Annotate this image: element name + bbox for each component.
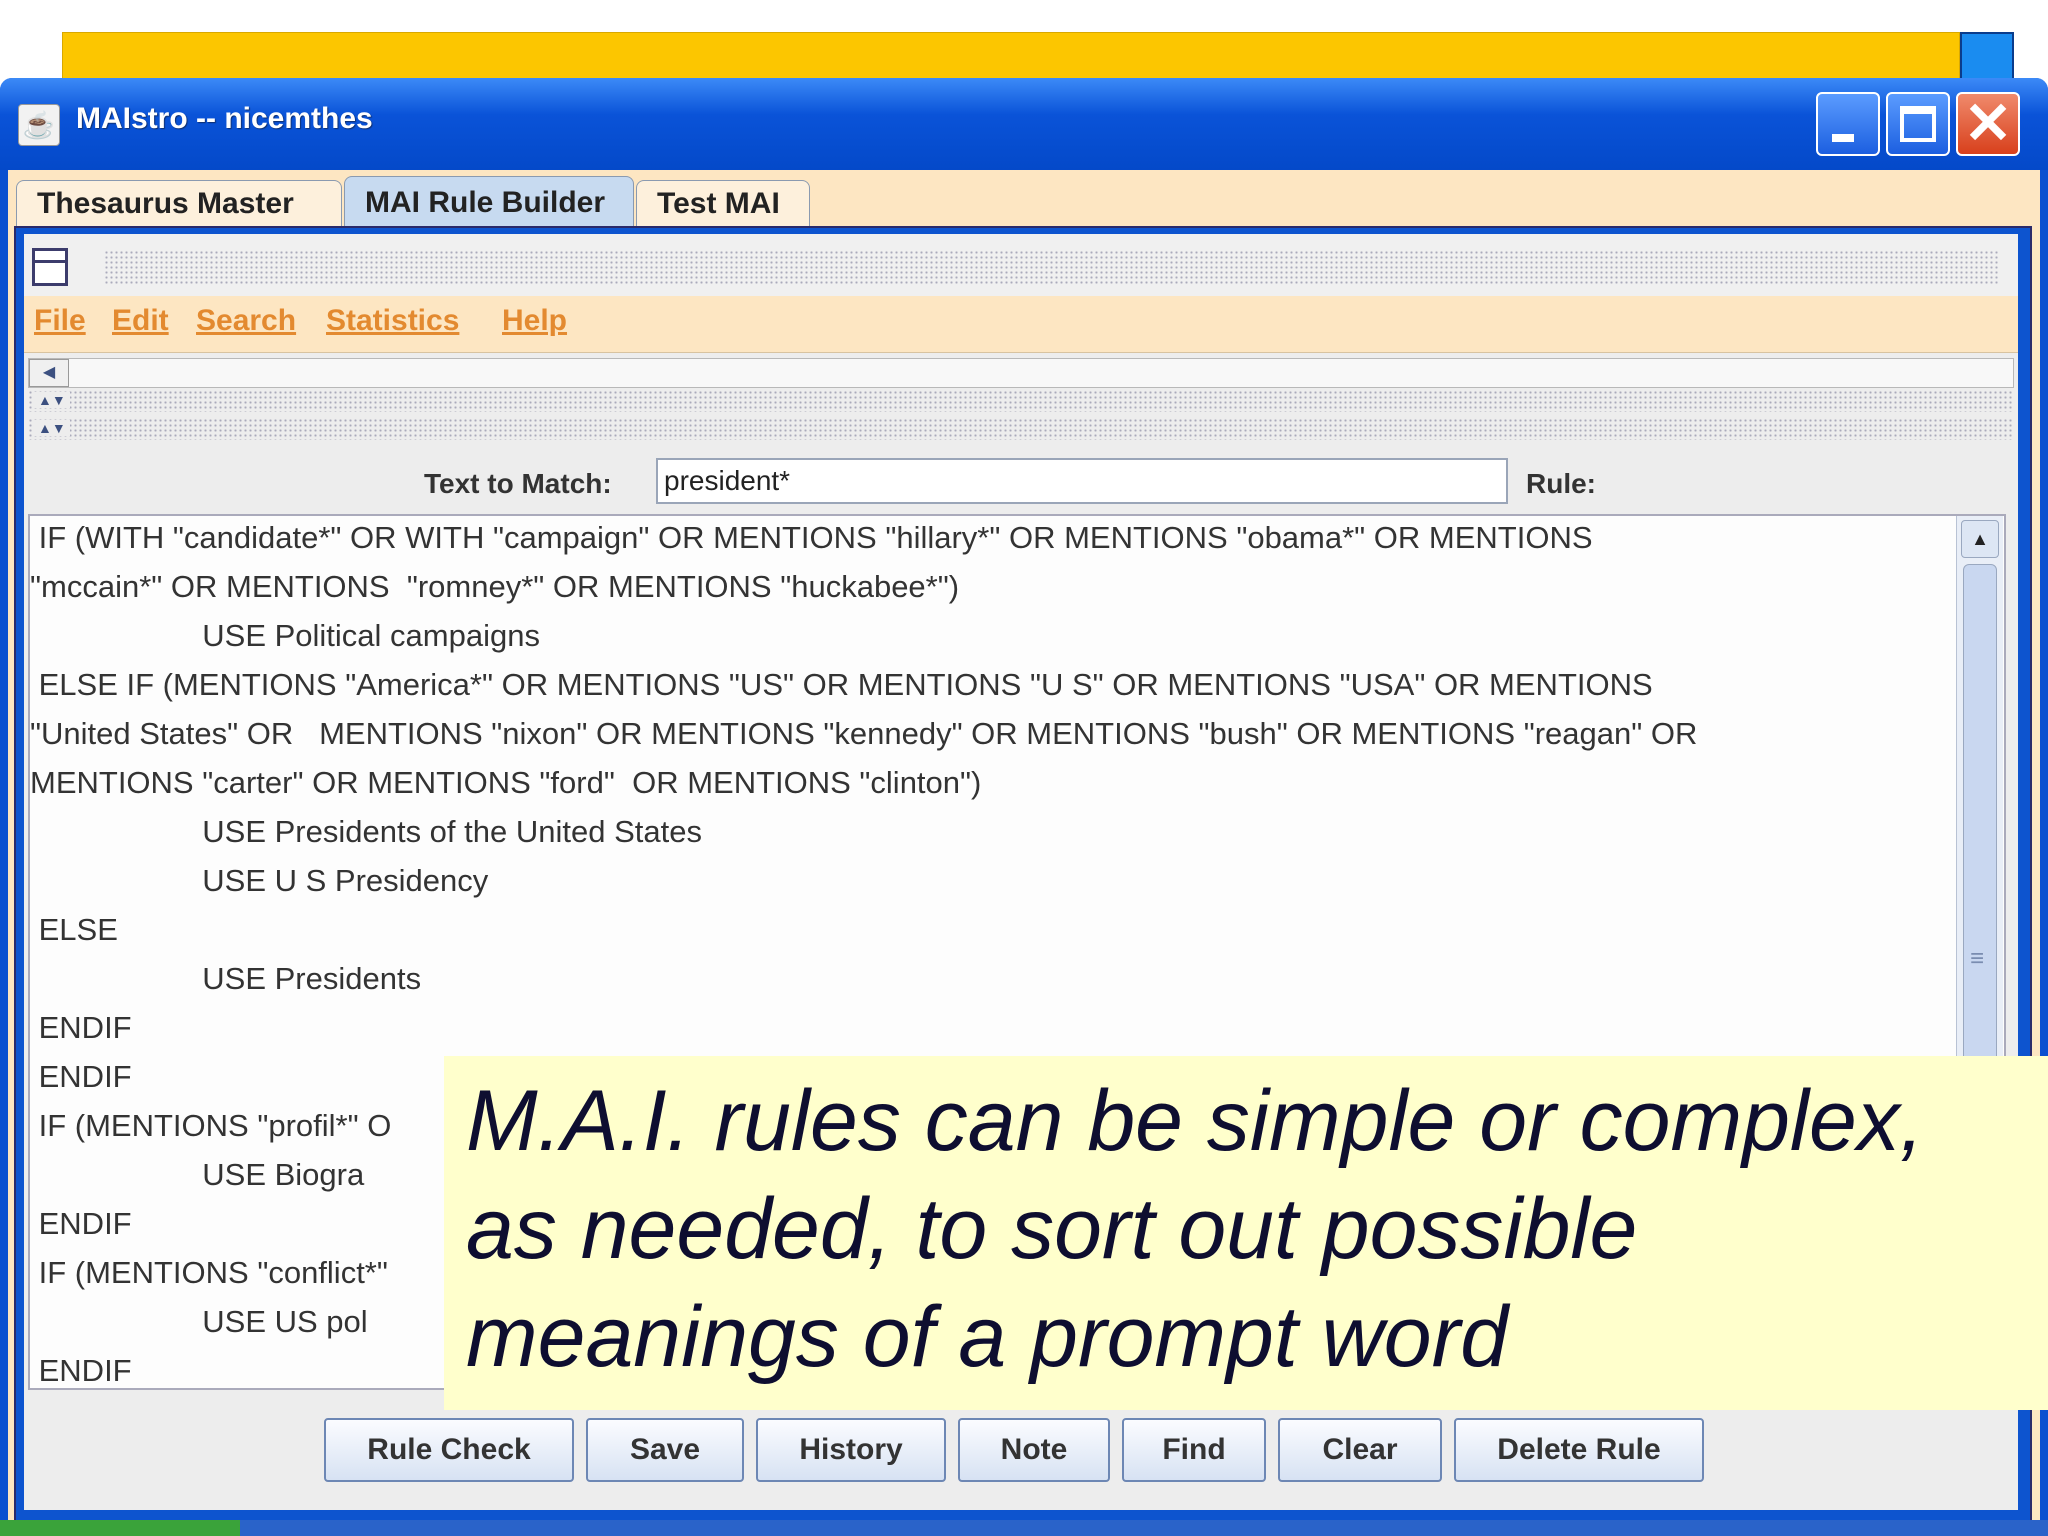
clear-button[interactable]: Clear: [1278, 1418, 1442, 1482]
split-divider-2[interactable]: ▲▼: [28, 418, 2012, 440]
tab-test-mai[interactable]: Test MAI: [636, 180, 810, 226]
text-to-match-label: Text to Match:: [424, 468, 612, 499]
menu-file-label: File: [34, 304, 86, 337]
text-to-match-input[interactable]: [656, 458, 1508, 504]
rule-line: USE Biogra: [30, 1157, 365, 1192]
button-row: Rule Check Save History Note Find Clear …: [24, 1396, 2018, 1506]
taskbar: [0, 1520, 2048, 1536]
split-divider-1[interactable]: ▲▼: [28, 390, 2012, 412]
minimize-button[interactable]: [1816, 92, 1880, 156]
minimize-icon: [1832, 134, 1854, 142]
menu-file[interactable]: File: [34, 304, 86, 338]
rule-line: ENDIF: [30, 1010, 132, 1045]
window-title: MAIstro -- nicemthes: [76, 102, 373, 135]
rule-line: ENDIF: [30, 1059, 132, 1094]
caption-line: meanings of a prompt word: [466, 1289, 1509, 1385]
frame-window-icon: [32, 248, 68, 286]
history-button[interactable]: History: [756, 1418, 946, 1482]
title-bar[interactable]: ☕ MAIstro -- nicemthes ✕: [0, 78, 2048, 170]
rule-line: IF (WITH "candidate*" OR WITH "campaign"…: [30, 520, 1593, 555]
drag-grip[interactable]: [104, 250, 2000, 284]
caption-overlay: M.A.I. rules can be simple or complex, a…: [444, 1056, 2048, 1410]
menu-edit[interactable]: Edit: [112, 304, 169, 338]
start-button[interactable]: [0, 1520, 240, 1536]
rule-line: IF (MENTIONS "profil*" O: [30, 1108, 392, 1143]
find-button[interactable]: Find: [1122, 1418, 1266, 1482]
save-button[interactable]: Save: [586, 1418, 744, 1482]
maximize-icon: [1900, 106, 1936, 142]
tab-thesaurus-master[interactable]: Thesaurus Master: [16, 180, 342, 226]
rule-label: Rule:: [1526, 468, 1596, 499]
rule-line: USE Political campaigns: [30, 618, 540, 653]
rule-line: USE US pol: [30, 1304, 368, 1339]
menu-help-label: Help: [502, 304, 568, 337]
rule-line: MENTIONS "carter" OR MENTIONS "ford" OR …: [30, 765, 982, 800]
background-banner: [62, 32, 1960, 84]
java-cup-icon: ☕: [18, 104, 60, 146]
rule-line: "United States" OR MENTIONS "nixon" OR M…: [30, 716, 1698, 751]
tab-mai-rule-builder[interactable]: MAI Rule Builder: [344, 176, 634, 228]
match-row: Text to Match: Rule:: [24, 450, 2018, 510]
split-arrows-icon[interactable]: ▲▼: [34, 420, 70, 436]
close-icon: ✕: [1963, 91, 2013, 156]
maximize-button[interactable]: [1886, 92, 1950, 156]
delete-rule-button[interactable]: Delete Rule: [1454, 1418, 1704, 1482]
menu-help[interactable]: Help: [502, 304, 567, 338]
rule-line: ENDIF: [30, 1206, 132, 1241]
rule-line: USE Presidents of the United States: [30, 814, 702, 849]
caption-line: M.A.I. rules can be simple or complex,: [466, 1073, 1924, 1169]
toolbar-collapse-icon[interactable]: ◀: [29, 359, 69, 387]
menu-statistics-label: Statistics: [326, 304, 460, 337]
internal-frame-titlebar[interactable]: [24, 234, 2018, 296]
rule-line: USE Presidents: [30, 961, 422, 996]
close-button[interactable]: ✕: [1956, 92, 2020, 156]
caption-line: as needed, to sort out possible: [466, 1181, 1638, 1277]
rule-line: ENDIF: [30, 1353, 132, 1388]
toolbar: ◀: [28, 358, 2014, 388]
menu-bar: File Edit Search Statistics Help: [24, 296, 2018, 353]
rule-line: "mccain*" OR MENTIONS "romney*" OR MENTI…: [30, 569, 960, 604]
rule-check-button[interactable]: Rule Check: [324, 1418, 574, 1482]
split-arrows-icon[interactable]: ▲▼: [34, 392, 70, 408]
menu-search-label: Search: [196, 304, 297, 337]
scroll-up-icon[interactable]: ▲: [1961, 520, 1999, 558]
note-button[interactable]: Note: [958, 1418, 1110, 1482]
menu-search[interactable]: Search: [196, 304, 296, 338]
menu-edit-label: Edit: [112, 304, 169, 337]
rule-line: ELSE: [30, 912, 118, 947]
rule-line: ELSE IF (MENTIONS "America*" OR MENTIONS…: [30, 667, 1653, 702]
rule-line: USE U S Presidency: [30, 863, 489, 898]
menu-statistics[interactable]: Statistics: [326, 304, 459, 338]
rule-line: IF (MENTIONS "conflict*": [30, 1255, 388, 1290]
